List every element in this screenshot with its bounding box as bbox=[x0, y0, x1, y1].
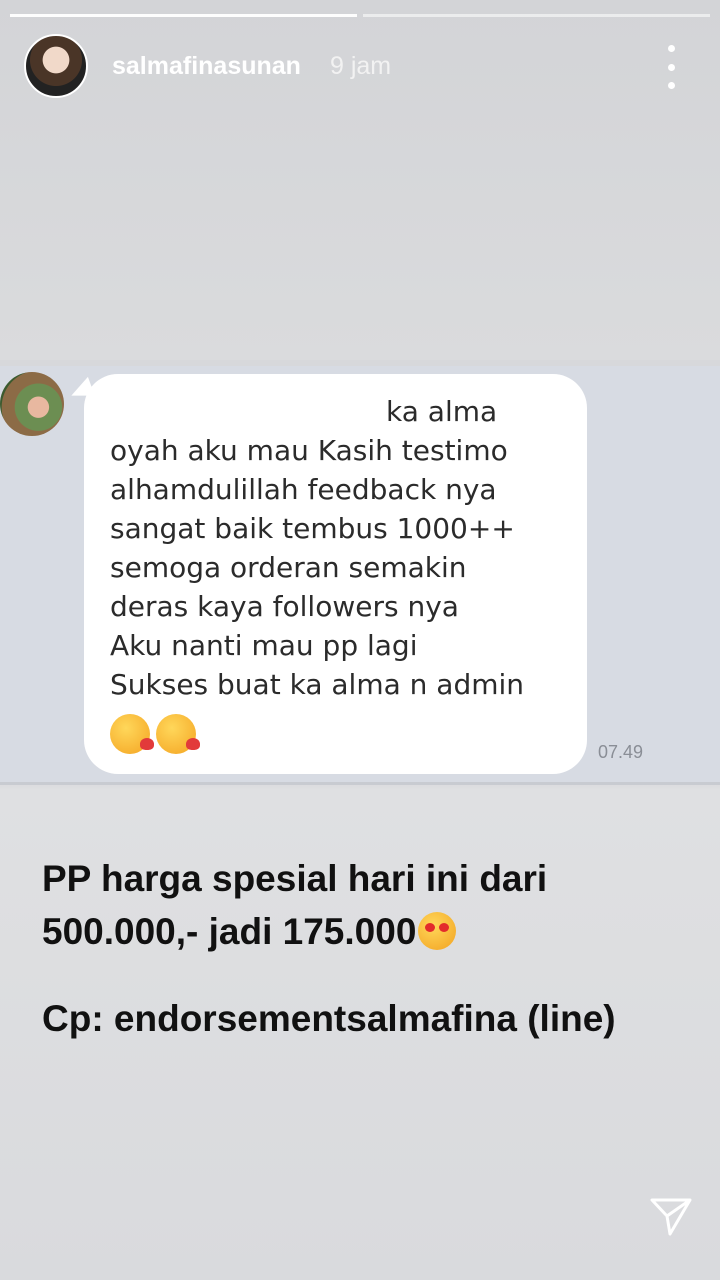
heart-eyes-emoji bbox=[418, 912, 457, 950]
message-time: 07.49 bbox=[598, 742, 644, 762]
story-caption: PP harga spesial hari ini dari 500.000,-… bbox=[42, 852, 547, 958]
more-options-icon[interactable] bbox=[656, 45, 686, 89]
paper-plane-icon[interactable] bbox=[648, 1194, 694, 1240]
chat-message: ka alma oyah aku mau Kasih testimo alham… bbox=[110, 392, 524, 704]
story-timestamp: 9 jam bbox=[330, 52, 392, 80]
message-line: deras kaya followers nya bbox=[110, 590, 459, 623]
caption-line-price: 500.000,- jadi 175.000 bbox=[42, 905, 547, 958]
avatar[interactable] bbox=[24, 34, 88, 98]
caption-price-text: 500.000,- jadi 175.000 bbox=[42, 911, 417, 952]
message-line: oyah aku mau Kasih testimo bbox=[110, 434, 508, 467]
kissing-heart-emoji bbox=[156, 714, 200, 754]
sender-avatar bbox=[0, 372, 64, 436]
message-line: alhamdulillah feedback nya bbox=[110, 473, 497, 506]
message-line: sangat baik tembus 1000++ bbox=[110, 512, 515, 545]
progress-segment bbox=[363, 14, 710, 17]
message-line: ka alma bbox=[386, 395, 498, 428]
story-progress-bar bbox=[10, 14, 710, 17]
message-line: semoga orderan semakin bbox=[110, 551, 467, 584]
caption-line: PP harga spesial hari ini dari bbox=[42, 858, 548, 899]
contact-caption: Cp: endorsementsalmafina (line) bbox=[42, 998, 616, 1039]
progress-segment bbox=[10, 14, 357, 17]
kissing-heart-emoji bbox=[110, 714, 154, 754]
message-line: Aku nanti mau pp lagi bbox=[110, 629, 418, 662]
message-emojis bbox=[110, 714, 200, 754]
username[interactable]: salmafinasunan bbox=[112, 52, 301, 81]
message-line: Sukses buat ka alma n admin bbox=[110, 668, 525, 701]
